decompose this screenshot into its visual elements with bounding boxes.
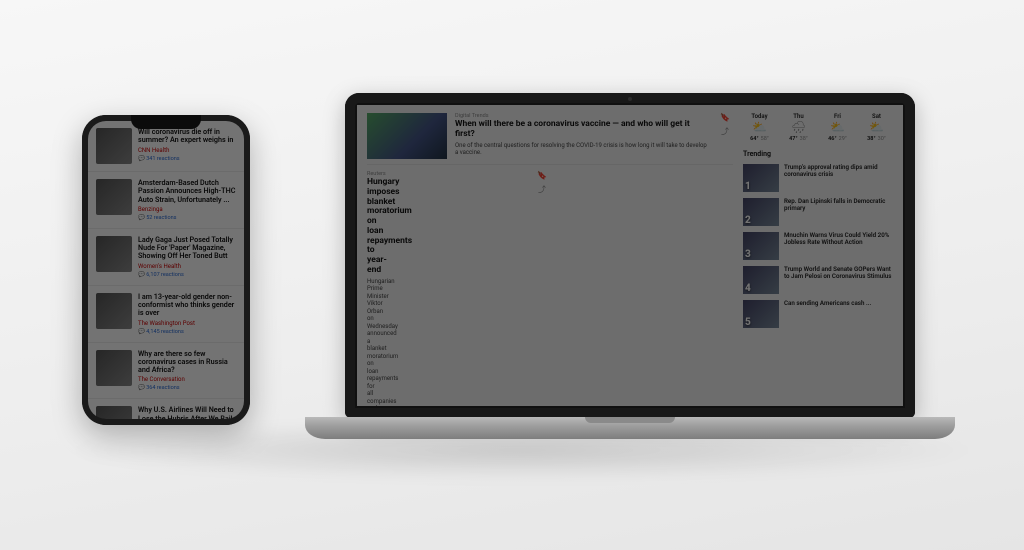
share-icon[interactable]: ⤴︎ xyxy=(538,184,546,195)
phone-article[interactable]: I am 13-year-old gender non-conformist w… xyxy=(88,286,244,343)
trending-item[interactable]: 3 Mnuchin Warns Virus Could Yield 20% Jo… xyxy=(743,232,893,260)
article-source: Women's Health xyxy=(138,263,236,270)
article-reactions: 341 reactions xyxy=(138,156,236,162)
article-title: Lady Gaga Just Posed Totally Nude For 'P… xyxy=(138,236,236,261)
article-thumb xyxy=(96,236,132,272)
macbook-camera xyxy=(628,97,632,101)
phone-article[interactable]: Amsterdam-Based Dutch Passion Announces … xyxy=(88,172,244,229)
trending-item[interactable]: 4 Trump World and Senate GOPers Want to … xyxy=(743,266,893,294)
trending-item[interactable]: 1 Trump's approval rating dips amid coro… xyxy=(743,164,893,192)
article-thumb xyxy=(96,128,132,164)
weather-widget[interactable]: Today ⛅ 64°58° Thu 🌧 47°38° Fri ⛅ 4 xyxy=(743,113,893,142)
story-image xyxy=(367,113,447,159)
trending-rank: 1 xyxy=(745,181,751,192)
weather-day-name: Today xyxy=(743,113,776,120)
phone-article[interactable]: Lady Gaga Just Posed Totally Nude For 'P… xyxy=(88,229,244,286)
weather-day: Sat ⛅ 38°30° xyxy=(860,113,893,142)
macbook-screen[interactable]: Digital Trends When will there be a coro… xyxy=(357,105,903,406)
trending-thumb: 1 xyxy=(743,164,779,192)
article-thumb xyxy=(96,293,132,329)
weather-icon: 🌧 xyxy=(782,120,815,136)
iphone-screen[interactable]: Will coronavirus die off in summer? An e… xyxy=(88,121,244,419)
article-source: CNN Health xyxy=(138,147,236,154)
share-icon[interactable]: ⤴︎ xyxy=(721,126,729,137)
weather-day: Fri ⛅ 46°29° xyxy=(821,113,854,142)
article-source: The Washington Post xyxy=(138,320,236,327)
trending-item[interactable]: 2 Rep. Dan Lipinski falls in Democratic … xyxy=(743,198,893,226)
weather-day: Thu 🌧 47°38° xyxy=(782,113,815,142)
macbook-device: Digital Trends When will there be a coro… xyxy=(305,93,955,453)
trending-thumb: 2 xyxy=(743,198,779,226)
trending-header: Trending xyxy=(743,150,893,158)
trending-thumb: 3 xyxy=(743,232,779,260)
article-reactions: 6,107 reactions xyxy=(138,272,236,278)
article-title: Will coronavirus die off in summer? An e… xyxy=(138,128,236,145)
weather-day: Today ⛅ 64°58° xyxy=(743,113,776,142)
phone-article[interactable]: Why are there so few coronavirus cases i… xyxy=(88,343,244,400)
weather-lo: 58° xyxy=(761,136,769,142)
article-thumb xyxy=(96,406,132,419)
trending-item[interactable]: 5 Can sending Americans cash ... xyxy=(743,300,893,328)
trending-title: Trump's approval rating dips amid corona… xyxy=(784,164,893,179)
article-title: Amsterdam-Based Dutch Passion Announces … xyxy=(138,179,236,204)
article-thumb xyxy=(96,350,132,386)
macbook-base xyxy=(305,417,955,439)
article-reactions: 52 reactions xyxy=(138,215,236,221)
article-reactions: 4,145 reactions xyxy=(138,329,236,335)
iphone-device: Will coronavirus die off in summer? An e… xyxy=(82,115,250,425)
article-thumb xyxy=(96,179,132,215)
weather-hi: 64° xyxy=(750,136,758,142)
weather-icon: ⛅ xyxy=(743,120,776,136)
weather-icon: ⛅ xyxy=(860,120,893,136)
bookmark-icon[interactable]: 🔖 xyxy=(537,171,547,180)
sidebar: Today ⛅ 64°58° Thu 🌧 47°38° Fri ⛅ 4 xyxy=(743,113,893,406)
story-summary: One of the central questions for resolvi… xyxy=(455,142,709,157)
iphone-notch xyxy=(131,115,201,129)
trending-thumb: 5 xyxy=(743,300,779,328)
article-title: Why U.S. Airlines Will Need to Lose the … xyxy=(138,406,236,419)
article-title: Why are there so few coronavirus cases i… xyxy=(138,350,236,375)
news-story[interactable]: Digital Trends When will there be a coro… xyxy=(367,113,733,165)
article-source: The Conversation xyxy=(138,376,236,383)
story-title: When will there be a coronavirus vaccine… xyxy=(455,120,709,140)
article-source: Benzinga xyxy=(138,206,236,213)
article-title: I am 13-year-old gender non-conformist w… xyxy=(138,293,236,318)
weather-icon: ⛅ xyxy=(821,120,854,136)
article-reactions: 364 reactions xyxy=(138,385,236,391)
main-column: Digital Trends When will there be a coro… xyxy=(367,113,733,406)
trending-thumb: 4 xyxy=(743,266,779,294)
bookmark-icon[interactable]: 🔖 xyxy=(720,113,730,122)
news-story[interactable]: Reuters Hungary imposes blanket moratori… xyxy=(367,171,733,406)
phone-article[interactable]: Why U.S. Airlines Will Need to Lose the … xyxy=(88,399,244,419)
